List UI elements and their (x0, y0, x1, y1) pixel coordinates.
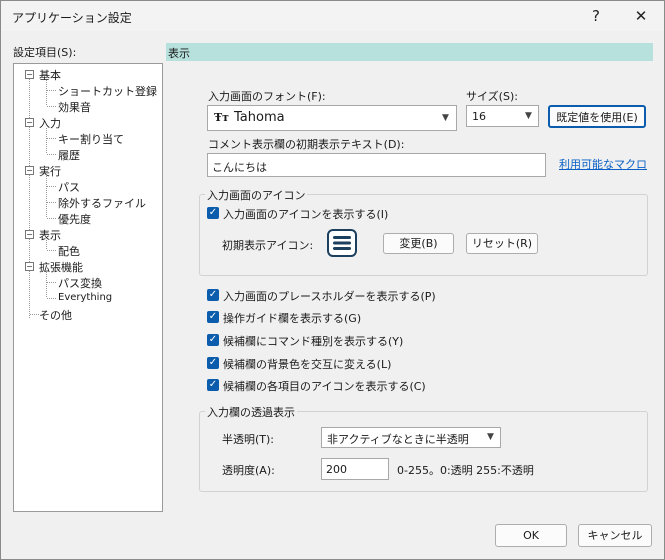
tree-branch-line (46, 272, 47, 297)
close-button[interactable]: ✕ (618, 1, 664, 31)
tree-item-extension[interactable]: 拡張機能 (39, 259, 83, 275)
size-label: サイズ(S): (466, 90, 518, 103)
tree-item-keybind[interactable]: キー割り当て (58, 131, 124, 147)
tree-h-line (47, 250, 56, 251)
show-icon-label[interactable]: 入力画面のアイコンを表示する(I) (223, 206, 388, 222)
opacity-input[interactable]: 200 (321, 458, 389, 480)
tree-item-other[interactable]: その他 (39, 307, 72, 323)
tree-item-history[interactable]: 履歴 (58, 147, 80, 163)
tree-h-line (47, 298, 56, 299)
collapse-toggle-icon[interactable]: − (25, 166, 34, 175)
tree-item-priority[interactable]: 優先度 (58, 211, 91, 227)
tree-item-color[interactable]: 配色 (58, 243, 80, 259)
placeholder-label[interactable]: 入力画面のプレースホルダーを表示する(P) (223, 288, 436, 304)
translucent-label: 半透明(T): (222, 433, 275, 446)
item-icon-checkbox[interactable]: ✓ (207, 379, 219, 391)
transparency-group-title: 入力欄の透過表示 (205, 404, 297, 420)
font-type-icon: Ŧт (214, 111, 230, 124)
guide-checkbox[interactable]: ✓ (207, 311, 219, 323)
alternate-bg-checkbox[interactable]: ✓ (207, 357, 219, 369)
translucent-value: 非アクティブなときに半透明 (327, 433, 469, 446)
section-header: 表示 (166, 43, 653, 61)
guide-label[interactable]: 操作ガイド欄を表示する(G) (223, 310, 361, 326)
transparency-group (199, 411, 648, 492)
alternate-bg-label[interactable]: 候補欄の背景色を交互に変える(L) (223, 356, 391, 372)
opacity-label: 透明度(A): (222, 464, 275, 477)
title-bar: アプリケーション設定 ? ✕ (1, 1, 664, 31)
tree-h-line (47, 282, 56, 283)
tree-item-everything[interactable]: Everything (58, 292, 112, 303)
tree-root-line (29, 78, 30, 318)
collapse-toggle-icon[interactable]: − (25, 262, 34, 271)
tree-branch-line (46, 128, 47, 153)
item-icon-label[interactable]: 候補欄の各項目のアイコンを表示する(C) (223, 378, 426, 394)
tree-h-line (47, 90, 56, 91)
tree-item-display[interactable]: 表示 (39, 227, 61, 243)
collapse-toggle-icon[interactable]: − (25, 230, 34, 239)
section-title: 表示 (168, 47, 190, 60)
tree-h-line (47, 154, 56, 155)
tree-h-line (47, 218, 56, 219)
change-icon-button[interactable]: 変更(B) (383, 233, 454, 254)
tree-h-line (47, 106, 56, 107)
tree-h-line (47, 138, 56, 139)
chevron-down-icon: ▼ (525, 111, 532, 121)
icon-group-title: 入力画面のアイコン (205, 187, 308, 203)
help-button[interactable]: ? (573, 1, 619, 31)
font-select[interactable]: Ŧт Tahoma ▼ (207, 105, 457, 131)
tree-item-exclude[interactable]: 除外するファイル (58, 195, 146, 211)
tree-item-basic[interactable]: 基本 (39, 67, 61, 83)
size-value: 16 (472, 110, 486, 123)
font-value: Tahoma (234, 110, 285, 125)
tree-item-path-convert[interactable]: パス変換 (58, 275, 102, 291)
tree-item-run[interactable]: 実行 (39, 163, 61, 179)
comment-input[interactable]: こんにちは (207, 153, 546, 177)
placeholder-checkbox[interactable]: ✓ (207, 289, 219, 301)
tree-item-input[interactable]: 入力 (39, 115, 61, 131)
command-type-checkbox[interactable]: ✓ (207, 334, 219, 346)
tree-item-shortcut[interactable]: ショートカット登録 (58, 83, 157, 99)
ok-button[interactable]: OK (495, 524, 567, 547)
opacity-value: 200 (326, 463, 347, 476)
collapse-toggle-icon[interactable]: − (25, 118, 34, 127)
use-default-button[interactable]: 既定値を使用(E) (548, 105, 646, 128)
tree-item-sound[interactable]: 効果音 (58, 99, 91, 115)
chevron-down-icon: ▼ (487, 432, 494, 442)
macro-link[interactable]: 利用可能なマクロ (559, 156, 647, 172)
tree-h-line (47, 186, 56, 187)
translucent-select[interactable]: 非アクティブなときに半透明 ▼ (321, 427, 501, 448)
reset-icon-button[interactable]: リセット(R) (466, 233, 538, 254)
command-type-label[interactable]: 候補欄にコマンド種別を表示する(Y) (223, 333, 403, 349)
tree-item-path[interactable]: パス (58, 179, 80, 195)
tree-branch-line (46, 80, 47, 105)
font-label: 入力画面のフォント(F): (208, 90, 326, 103)
chevron-down-icon: ▼ (442, 113, 449, 123)
show-icon-checkbox[interactable]: ✓ (207, 207, 219, 219)
initial-icon-label: 初期表示アイコン: (222, 239, 314, 252)
comment-value: こんにちは (212, 161, 267, 174)
tree-h-line (30, 314, 39, 315)
settings-tree[interactable]: − 基本 ショートカット登録 効果音 − 入力 キー割り当て 履歴 − 実行 パ… (13, 63, 163, 512)
comment-label: コメント表示欄の初期表示テキスト(D): (208, 138, 405, 151)
cancel-button[interactable]: キャンセル (578, 524, 652, 547)
settings-dialog: アプリケーション設定 ? ✕ 設定項目(S): − 基本 ショートカット登録 効… (0, 0, 665, 560)
opacity-hint: 0-255。0:透明 255:不透明 (397, 464, 534, 477)
window-title: アプリケーション設定 (12, 11, 132, 25)
tree-h-line (47, 202, 56, 203)
tree-branch-line (46, 176, 47, 217)
size-select[interactable]: 16 ▼ (466, 105, 539, 127)
tree-header-label: 設定項目(S): (13, 46, 77, 59)
app-icon (327, 229, 357, 257)
collapse-toggle-icon[interactable]: − (25, 70, 34, 79)
